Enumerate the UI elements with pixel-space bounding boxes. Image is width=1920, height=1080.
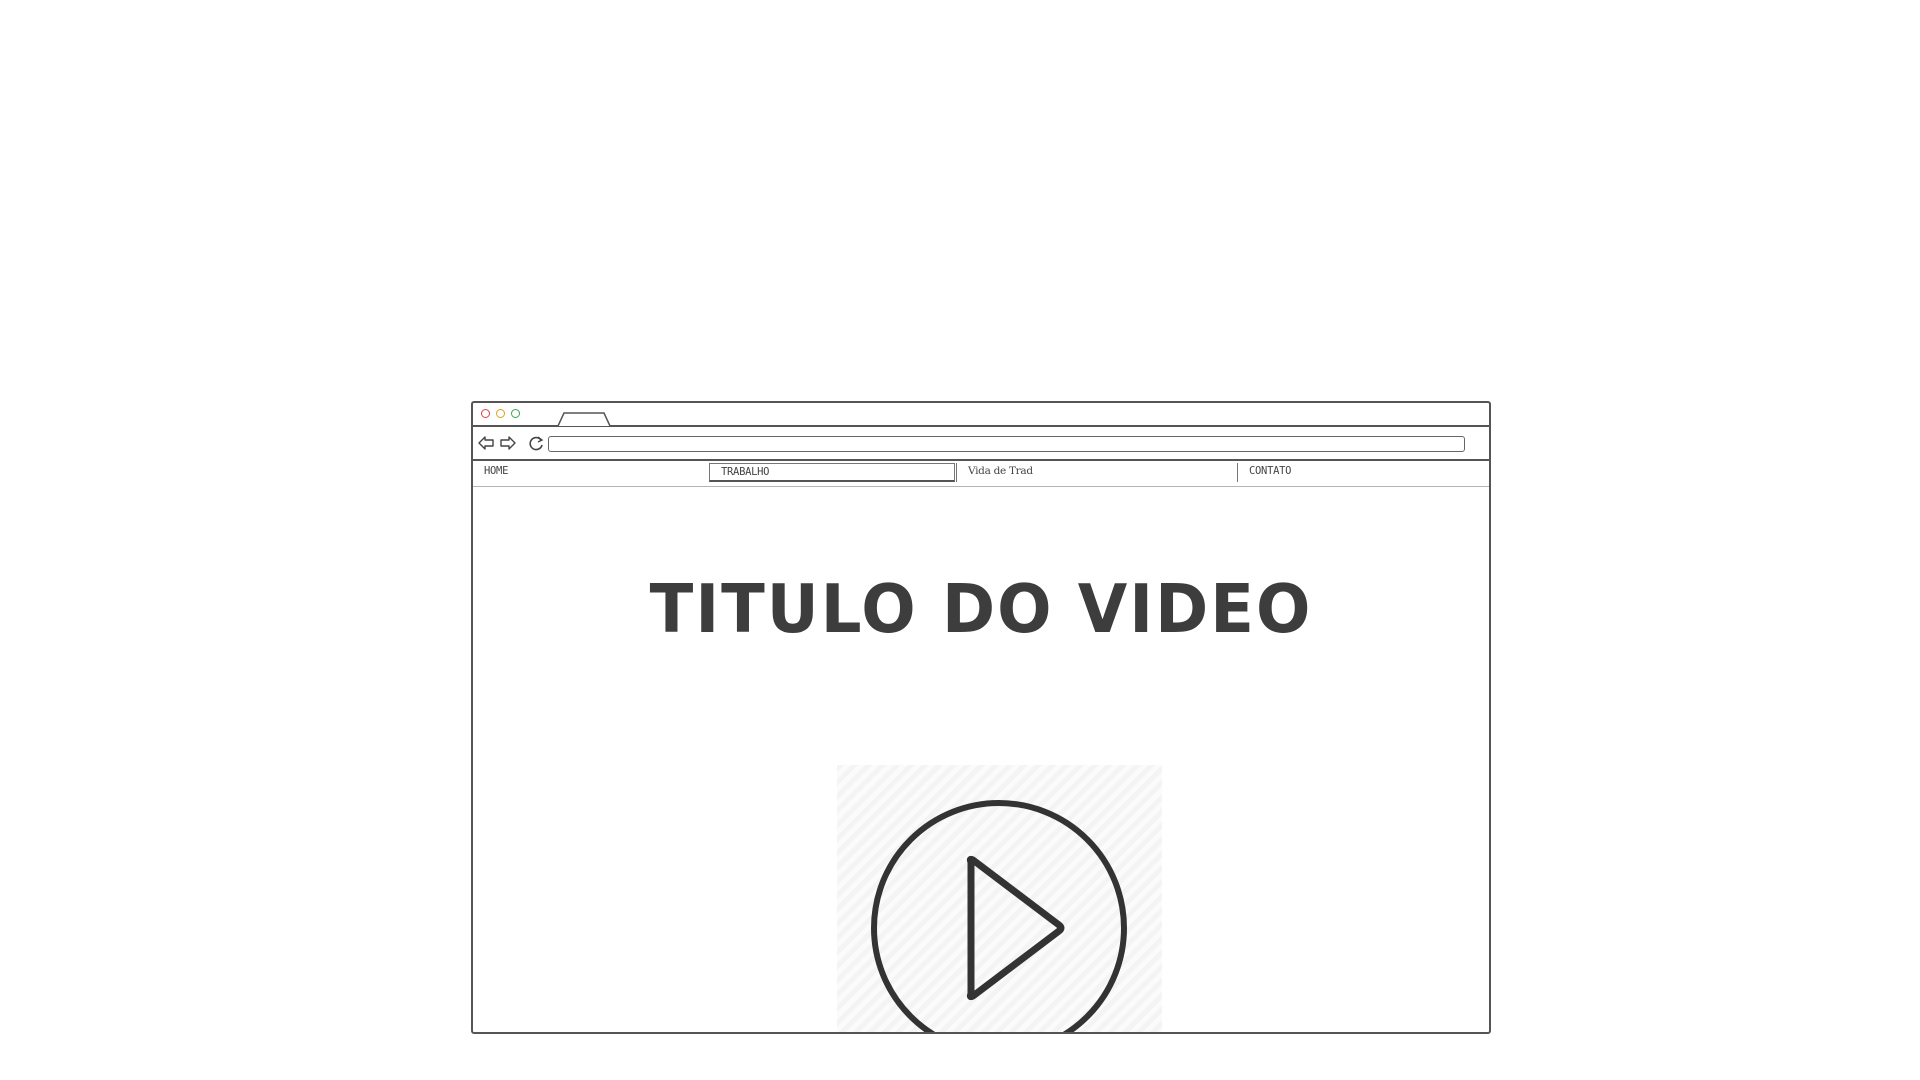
browser-window: HOME TRABALHO Vida de Trad CONTATO TITUL… — [471, 401, 1491, 1034]
video-title: TITULO DO VIDEO — [649, 571, 1313, 649]
minimize-window-button[interactable] — [496, 409, 505, 418]
video-player[interactable] — [837, 765, 1162, 1034]
play-icon[interactable] — [837, 765, 1162, 1034]
close-window-button[interactable] — [481, 409, 490, 418]
nav-item-trabalho[interactable]: TRABALHO — [709, 463, 955, 482]
url-input[interactable] — [548, 436, 1465, 452]
nav-item-home[interactable]: HOME — [473, 463, 708, 482]
nav-item-vida-de-trad[interactable]: Vida de Trad — [956, 463, 1237, 482]
reload-icon[interactable] — [528, 435, 546, 451]
browser-tab[interactable] — [557, 412, 611, 426]
back-arrow-icon[interactable] — [477, 435, 495, 451]
address-bar — [473, 427, 1489, 461]
nav-item-contato[interactable]: CONTATO — [1237, 463, 1489, 482]
maximize-window-button[interactable] — [511, 409, 520, 418]
forward-arrow-icon[interactable] — [499, 435, 517, 451]
title-bar — [473, 403, 1489, 427]
site-navigation: HOME TRABALHO Vida de Trad CONTATO — [473, 461, 1489, 487]
